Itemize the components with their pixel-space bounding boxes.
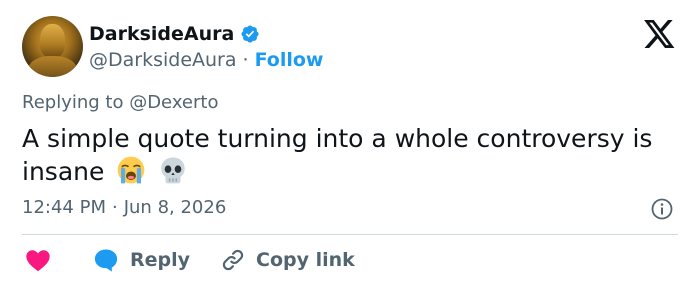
avatar[interactable] [22, 16, 83, 77]
divider [22, 234, 678, 235]
timestamp[interactable]: 12:44 PM · Jun 8, 2026 [22, 197, 226, 218]
loudly-crying-face-emoji [117, 156, 145, 184]
follow-button[interactable]: Follow [255, 49, 324, 71]
action-bar: Reply Copy link [22, 246, 355, 274]
reply-label: Reply [130, 249, 191, 271]
tweet-date: Jun 8, 2026 [123, 197, 227, 218]
author-name-row: DarksideAura [89, 21, 260, 47]
info-icon[interactable] [650, 197, 674, 221]
avatar-statue-head [40, 24, 65, 58]
verified-badge-icon [241, 25, 259, 43]
tweet-time: 12:44 PM [22, 197, 106, 218]
tweet-text: A simple quote turning into a whole cont… [22, 122, 682, 188]
avatar-statue-shoulders [28, 56, 77, 77]
handle-separator: · [242, 49, 249, 71]
x-logo-icon[interactable] [644, 20, 676, 48]
author-handle[interactable]: @DarksideAura [89, 49, 237, 71]
skull-emoji [161, 157, 185, 184]
replying-to[interactable]: Replying to @Dexerto [22, 92, 218, 113]
reply-bubble-icon [94, 249, 118, 272]
copy-link-button[interactable]: Copy link [220, 247, 355, 273]
heart-icon [26, 250, 50, 272]
copy-link-label: Copy link [256, 249, 355, 271]
reply-button[interactable]: Reply [92, 246, 190, 274]
timestamp-separator: · [111, 197, 118, 218]
author-handle-row: @DarksideAura · Follow [89, 48, 323, 72]
display-name[interactable]: DarksideAura [89, 23, 234, 45]
like-button[interactable] [22, 246, 52, 274]
link-icon [222, 249, 244, 271]
